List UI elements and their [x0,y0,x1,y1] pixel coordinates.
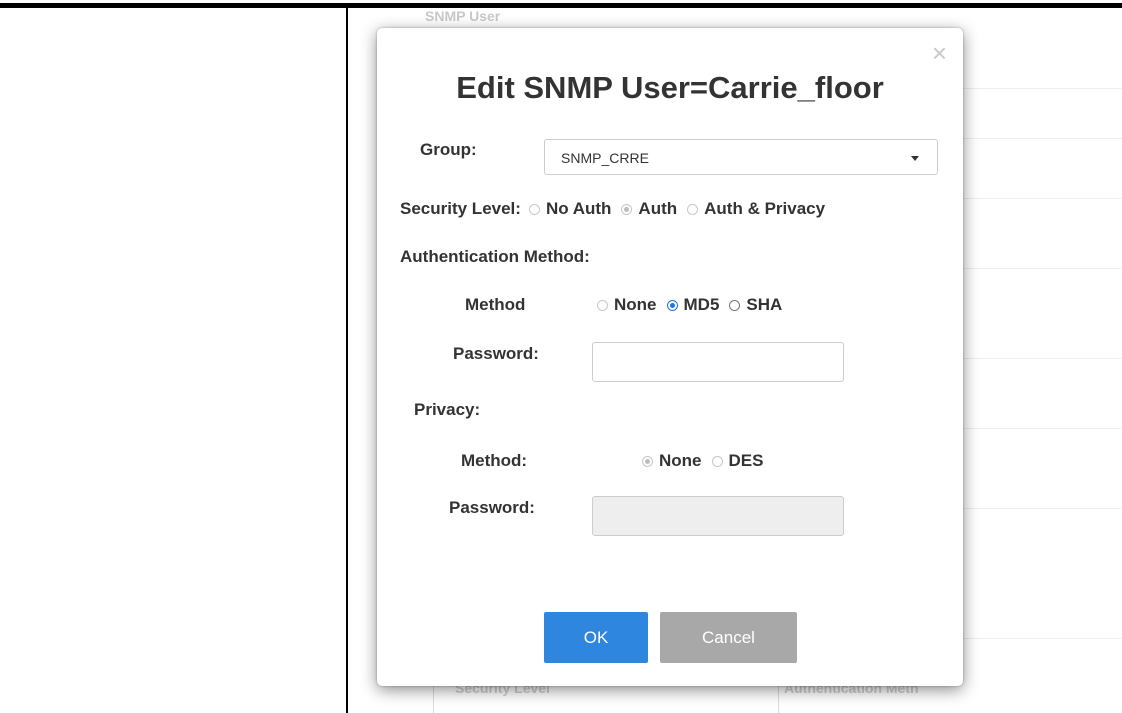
ok-button[interactable]: OK [544,612,648,663]
security-no-auth-radio[interactable] [528,203,540,215]
security-no-auth-label: No Auth [545,199,612,218]
security-auth-radio[interactable] [621,203,633,215]
caret-down-icon [911,156,919,161]
privacy-password-field[interactable] [592,496,844,536]
security-auth-privacy-radio[interactable] [687,203,699,215]
cancel-button[interactable]: Cancel [660,612,797,663]
auth-method-none-label: None [614,295,657,314]
security-level-group: Security Level: No Auth Auth Auth & Priv… [400,199,827,219]
close-icon[interactable]: × [932,40,947,66]
auth-method-sha-radio[interactable] [729,299,741,311]
privacy-method-group: None DES [634,451,765,471]
privacy-method-none-label: None [659,451,702,470]
auth-method-group: None MD5 SHA [589,295,784,315]
privacy-method-des-radio[interactable] [711,455,723,467]
authentication-method-heading: Authentication Method: [400,247,590,266]
security-auth-label: Auth [638,199,678,218]
auth-method-label: Method [465,295,526,314]
security-level-label: Security Level: [400,199,521,218]
edit-snmp-user-dialog: × Edit SNMP User=Carrie_floor Group: SNM… [377,28,963,686]
dialog-title: Edit SNMP User=Carrie_floor [456,70,884,105]
privacy-heading: Privacy: [414,400,481,419]
group-label: Group: [420,140,477,159]
group-select-value: SNMP_CRRE [561,150,649,166]
security-auth-privacy-label: Auth & Privacy [704,199,826,218]
background-table-header: SNMP User [425,8,501,24]
column-separator [778,684,779,713]
column-separator [433,684,434,713]
privacy-method-des-label: DES [728,451,764,470]
group-select[interactable]: SNMP_CRRE [544,139,938,175]
privacy-method-label: Method: [461,451,528,470]
auth-method-md5-label: MD5 [683,295,720,314]
auth-method-md5-radio[interactable] [666,299,678,311]
auth-method-none-radio[interactable] [597,299,608,311]
auth-password-field[interactable] [592,342,844,382]
auth-method-sha-label: SHA [746,295,783,314]
auth-password-label: Password: [453,344,539,363]
privacy-password-label: Password: [449,498,535,517]
privacy-method-none-radio[interactable] [642,455,653,467]
